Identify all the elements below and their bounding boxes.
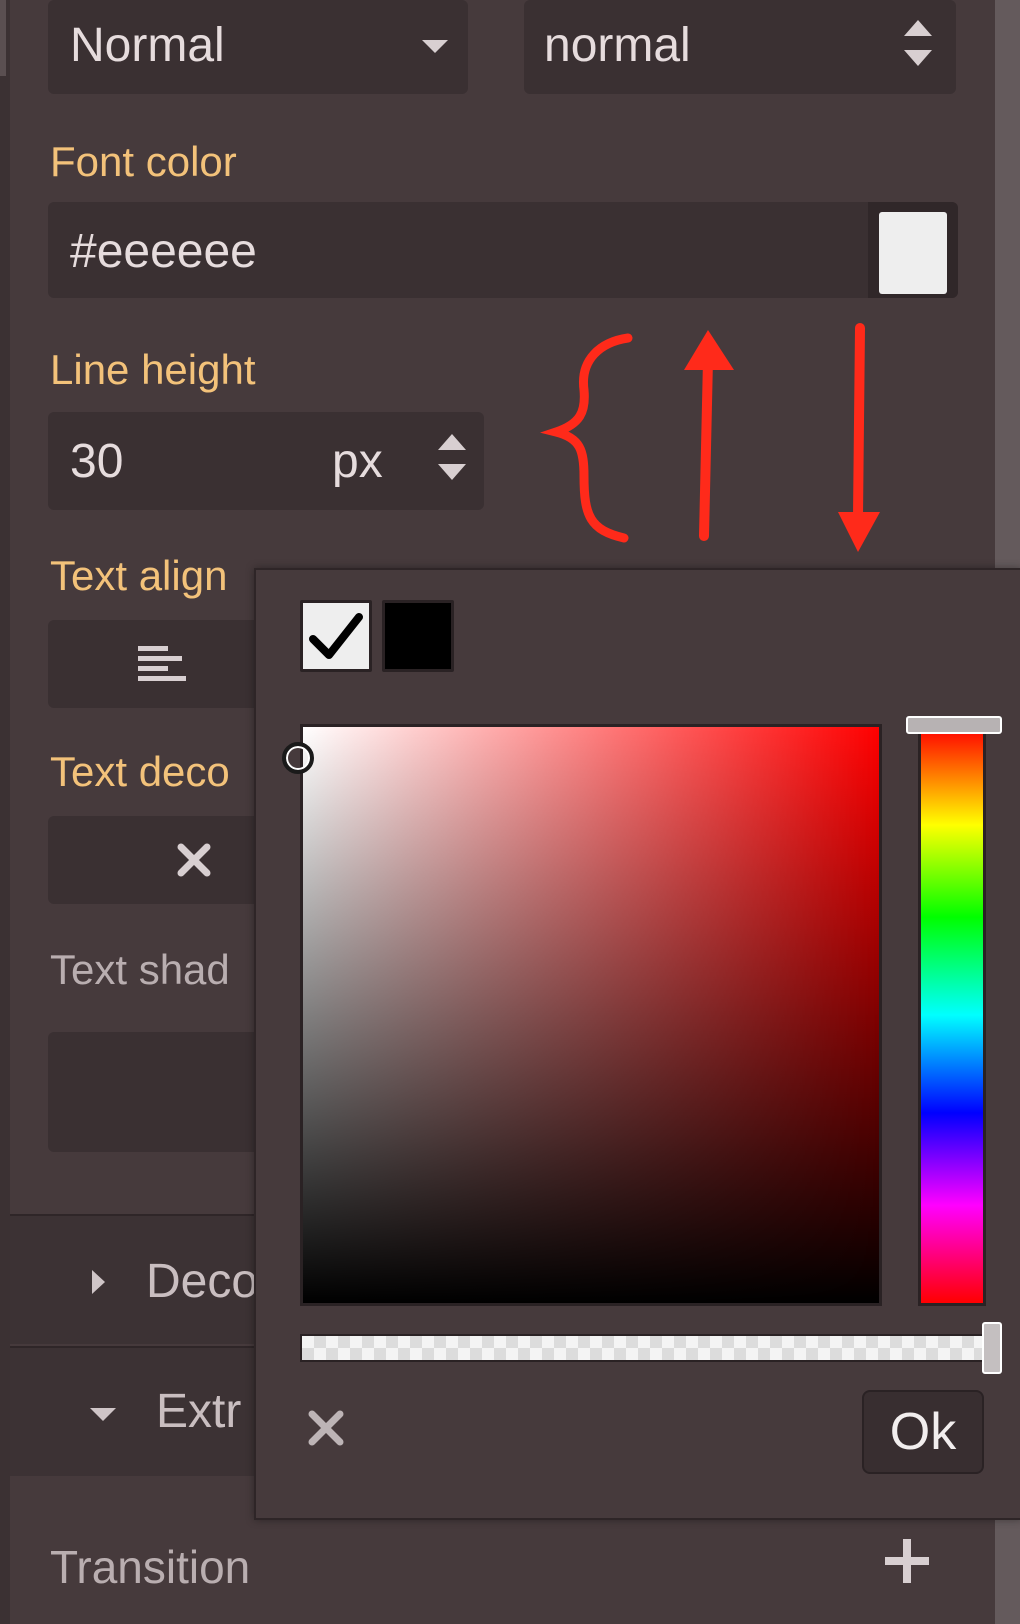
caret-down-icon [90, 1408, 116, 1421]
font-style-value: Normal [70, 19, 225, 72]
preset-swatch-black[interactable] [382, 600, 454, 672]
sidebar-edge-nub [0, 0, 6, 76]
sidebar-edge [0, 0, 10, 1624]
stepper-icon[interactable] [438, 434, 466, 490]
alpha-slider-handle[interactable] [982, 1322, 1002, 1374]
line-height-value: 30 [70, 435, 124, 488]
font-style-select[interactable]: Normal [48, 0, 468, 94]
hue-slider[interactable] [918, 724, 986, 1306]
sector-decorations-title: Deco [146, 1255, 259, 1308]
transition-label: Transition [50, 1541, 251, 1593]
line-height-input[interactable]: 30 px [48, 412, 484, 510]
chevron-down-icon [422, 40, 448, 53]
checkmark-icon [309, 613, 363, 659]
hue-slider-handle[interactable] [906, 716, 1002, 734]
font-color-input[interactable]: #eeeeee [48, 202, 958, 298]
font-color-label: Font color [50, 138, 237, 185]
text-align-label: Text align [50, 552, 228, 599]
text-align-left-button[interactable] [48, 620, 268, 708]
font-color-value: #eeeeee [70, 225, 257, 278]
line-height-unit[interactable]: px [332, 434, 383, 489]
color-picker-popup: Ok [254, 568, 1020, 1520]
line-height-label: Line height [50, 346, 256, 393]
close-icon[interactable] [306, 1408, 346, 1448]
alpha-slider[interactable] [300, 1334, 984, 1362]
color-swatch [879, 212, 947, 294]
text-shadow-label: Text shad [50, 946, 230, 993]
color-swatch-button[interactable] [868, 202, 958, 298]
preset-swatch-current[interactable] [300, 600, 372, 672]
ok-button[interactable]: Ok [862, 1390, 984, 1474]
caret-right-icon [92, 1270, 105, 1294]
color-selector-handle[interactable] [282, 742, 314, 774]
align-left-icon [138, 646, 186, 681]
sector-extra-title: Extr [156, 1385, 242, 1438]
add-icon[interactable] [882, 1536, 932, 1586]
stepper-icon[interactable] [904, 20, 932, 76]
text-decoration-none-button[interactable] [48, 816, 268, 904]
letter-spacing-select[interactable]: normal [524, 0, 956, 94]
letter-spacing-value: normal [544, 19, 691, 72]
saturation-value-area[interactable] [300, 724, 882, 1306]
close-icon [177, 843, 211, 877]
text-decoration-label: Text deco [50, 748, 230, 795]
text-shadow-list [48, 1032, 268, 1152]
